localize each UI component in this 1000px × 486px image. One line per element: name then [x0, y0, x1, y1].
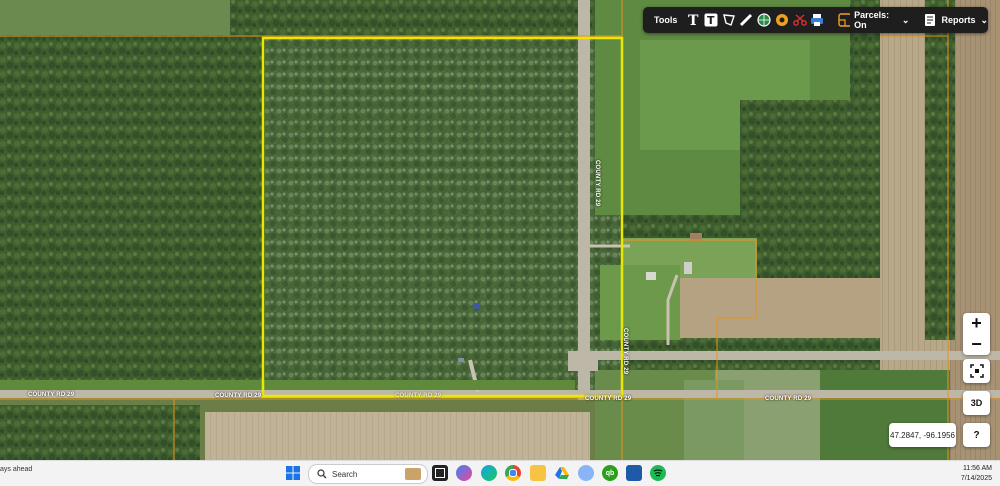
svg-text:T: T [707, 14, 715, 27]
search-placeholder: Search [332, 469, 358, 479]
globe-icon[interactable] [755, 10, 773, 30]
clock-date: 7/14/2025 [960, 475, 992, 482]
scissors-icon[interactable] [791, 10, 809, 30]
help-button[interactable]: ? [963, 423, 990, 447]
reports-menu[interactable]: Reports ⌄ [923, 13, 988, 27]
task-view-icon[interactable] [432, 465, 448, 481]
clock-time: 11:56 AM [962, 465, 992, 472]
buffer-icon[interactable] [773, 10, 791, 30]
road-label: COUNTY RD 29 [765, 396, 812, 402]
chevron-down-icon: ⌄ [980, 14, 989, 25]
road-label: COUNTY RD 29 [395, 393, 442, 399]
edge-icon[interactable] [481, 465, 497, 481]
chrome-icon[interactable] [505, 465, 521, 481]
google-drive-icon[interactable] [554, 465, 570, 481]
zoom-in-button[interactable]: + [963, 313, 990, 334]
search-icon [317, 469, 327, 479]
road-label: COUNTY RD 29 [28, 392, 75, 398]
coordinates-readout: 47.2847, -96.1956 [889, 423, 956, 447]
parcels-label: Parcels: On [854, 10, 890, 30]
copilot-icon[interactable] [456, 465, 472, 481]
quickbooks-icon[interactable]: qb [602, 465, 618, 481]
map-toolbar: Tools T T Parcels: On ⌄ Reports ⌄ [643, 7, 988, 33]
windows-taskbar: ays ahead Search qb 11:56 AM 7/14/2025 [0, 460, 1000, 486]
weather-widget-text[interactable]: ays ahead [0, 466, 32, 473]
road-label: COUNTY RD 29 [585, 396, 632, 402]
satellite-map[interactable]: COUNTY RD 29 COUNTY RD 29 COUNTY RD 29 C… [0, 0, 1000, 460]
windows-start-icon[interactable] [285, 465, 301, 481]
locate-button[interactable] [963, 359, 990, 383]
printer-icon[interactable] [808, 10, 826, 30]
3d-button[interactable]: 3D [963, 391, 990, 415]
spotify-icon[interactable] [650, 465, 666, 481]
road-label-vertical: COUNTY RD 29 [594, 160, 600, 207]
map-imagery [0, 0, 1000, 460]
text-tool-icon[interactable]: T [684, 10, 702, 30]
taskbar-search[interactable]: Search [308, 464, 428, 484]
system-clock[interactable]: 11:56 AM 7/14/2025 [961, 464, 992, 484]
parcels-icon [838, 13, 851, 27]
zoom-control: + − [963, 313, 990, 355]
target-icon [969, 364, 984, 378]
measure-tool-icon[interactable] [738, 10, 756, 30]
reports-label: Reports [941, 15, 976, 25]
tools-label: Tools [654, 15, 678, 25]
polygon-tool-icon[interactable] [720, 10, 738, 30]
chevron-down-icon: ⌄ [901, 14, 910, 25]
road-label-vertical: COUNTY RD 29 [622, 328, 628, 375]
file-explorer-icon[interactable] [530, 465, 546, 481]
photos-app-icon[interactable] [626, 465, 642, 481]
maps-icon[interactable] [578, 465, 594, 481]
zoom-out-button[interactable]: − [963, 334, 990, 355]
reports-icon [925, 14, 936, 26]
svg-text:T: T [688, 13, 699, 27]
text-box-tool-icon[interactable]: T [702, 10, 720, 30]
road-label: COUNTY RD 29 [215, 393, 262, 399]
search-highlight-icon [405, 468, 421, 480]
parcels-toggle[interactable]: Parcels: On ⌄ [838, 10, 909, 30]
